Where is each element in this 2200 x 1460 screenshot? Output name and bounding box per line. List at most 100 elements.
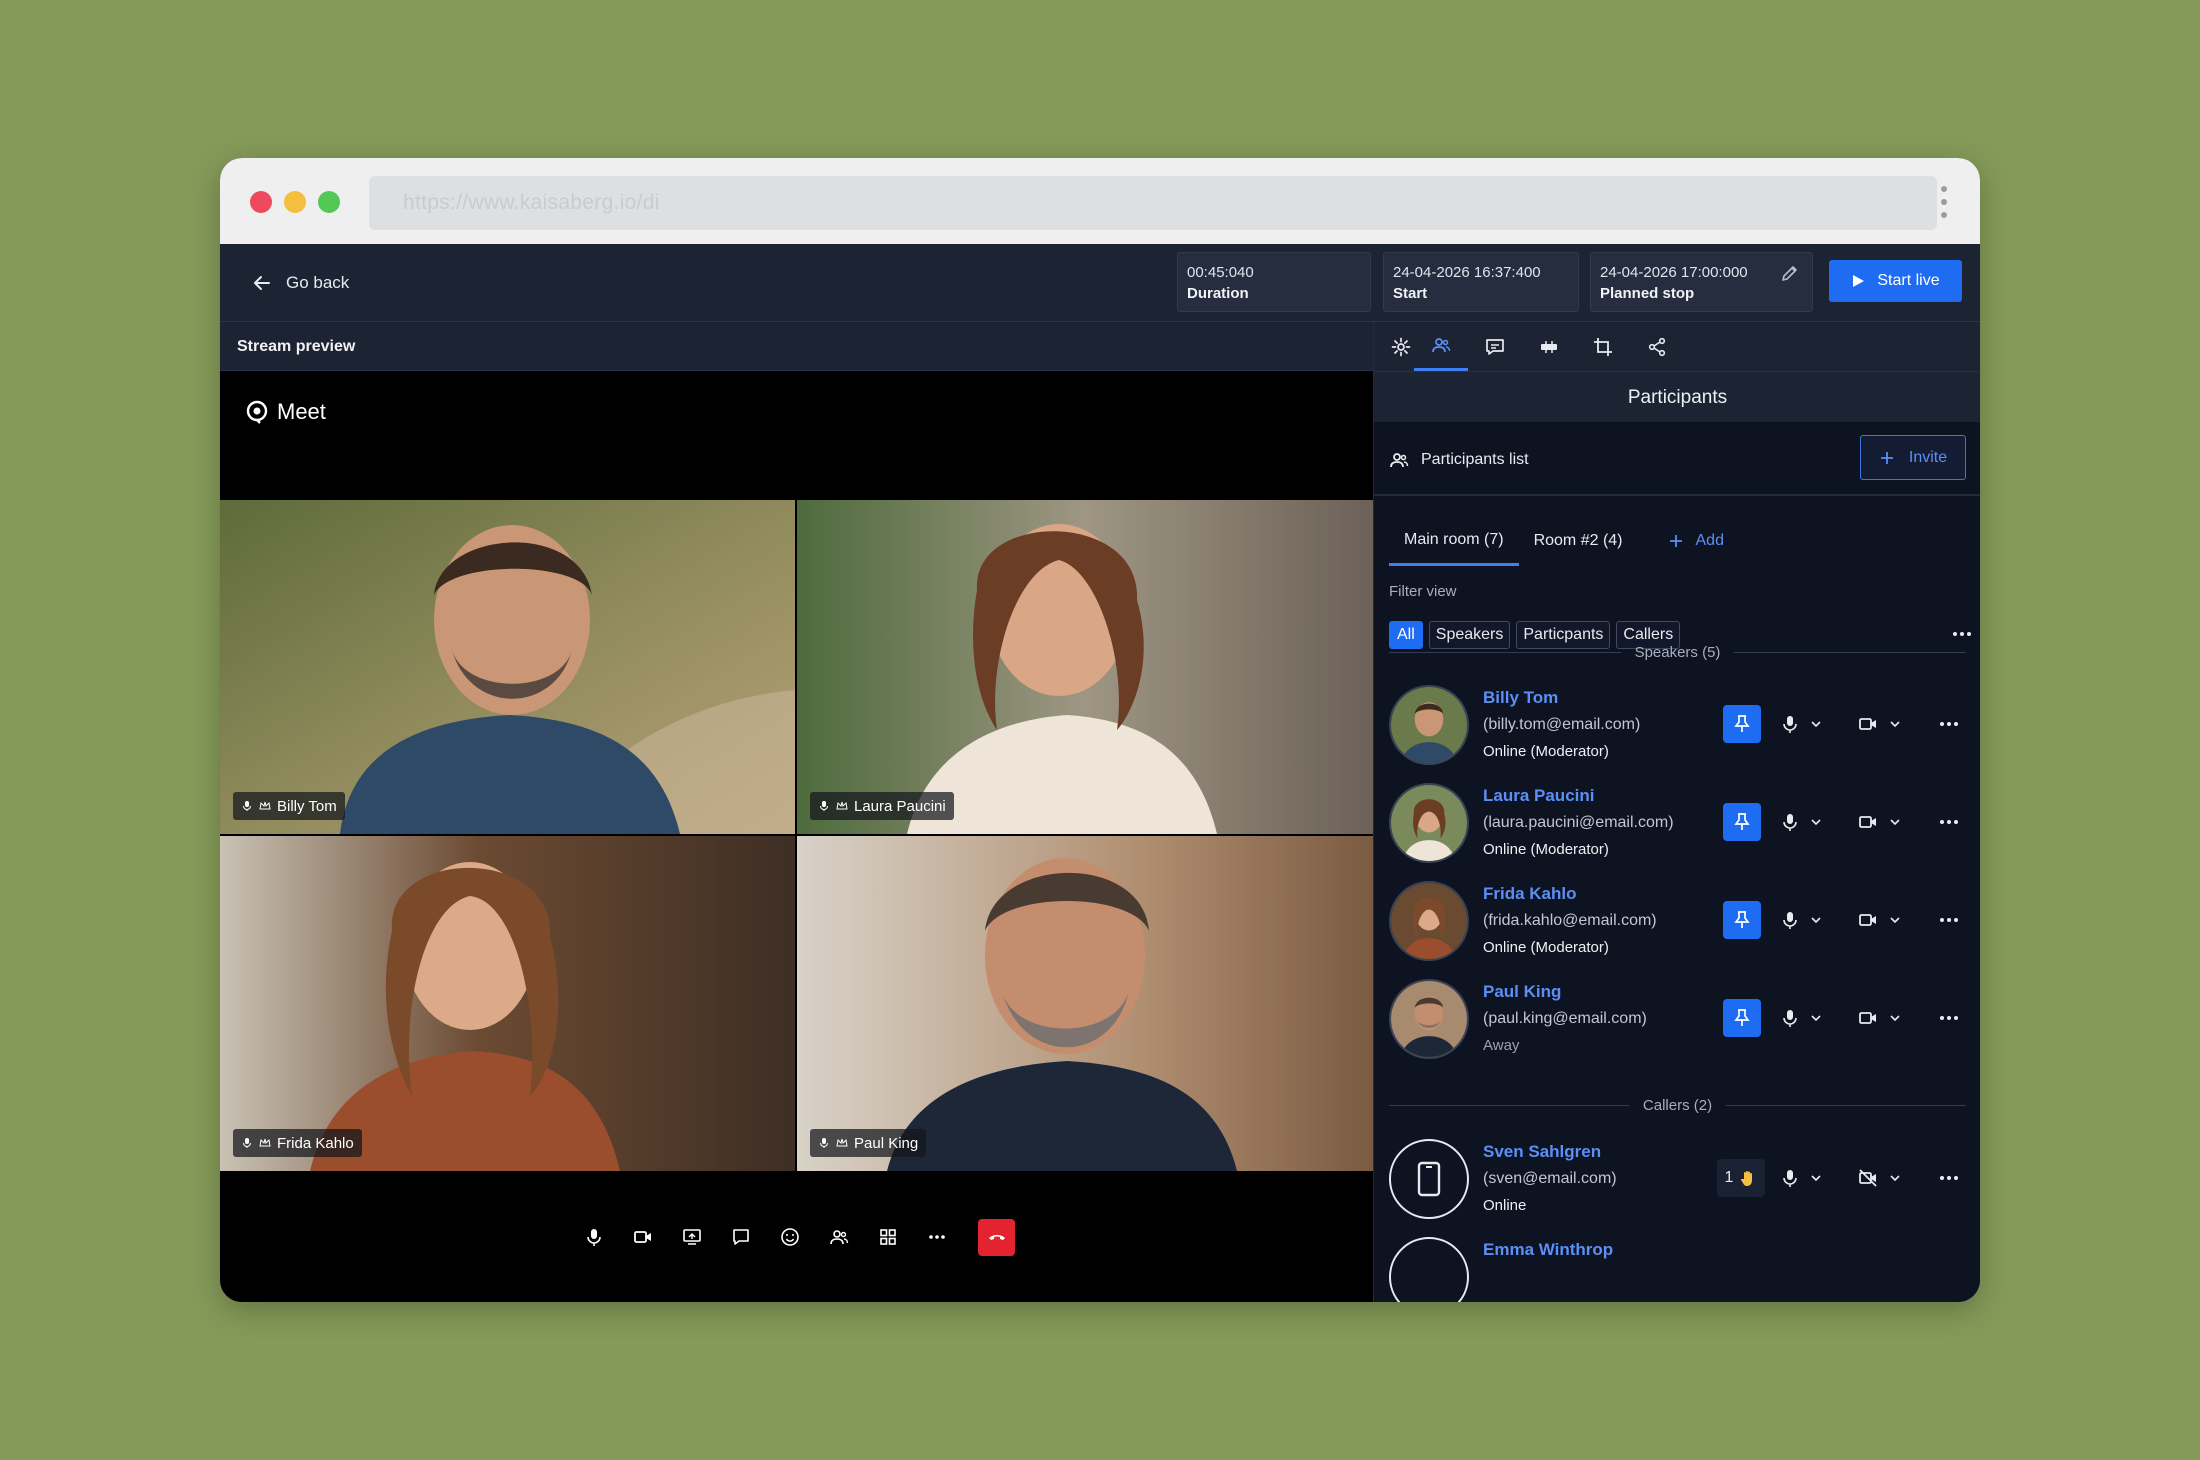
mic-options-dropdown[interactable]: [1808, 803, 1824, 841]
participant-name-tag: Laura Paucini: [810, 792, 954, 820]
browser-menu-icon[interactable]: [1940, 186, 1948, 218]
participant-name[interactable]: Billy Tom: [1483, 684, 1640, 711]
video-tile[interactable]: Laura Paucini: [797, 500, 1373, 834]
camera-toggle-button[interactable]: [1854, 999, 1882, 1037]
planned-stop-label: Planned stop: [1600, 285, 1695, 302]
pin-button[interactable]: [1723, 999, 1761, 1037]
participant-row[interactable]: Frida Kahlo (frida.kahlo@email.com) Onli…: [1374, 864, 1980, 962]
pin-button[interactable]: [1723, 901, 1761, 939]
tab-main-room[interactable]: Main room (7): [1389, 516, 1519, 566]
more-options-button[interactable]: [921, 1221, 953, 1253]
participant-row[interactable]: Laura Paucini (laura.paucini@email.com) …: [1374, 766, 1980, 864]
chevron-down-icon: [1811, 819, 1821, 826]
participant-email: (laura.paucini@email.com): [1483, 814, 1674, 831]
camera-toggle-button[interactable]: [1854, 803, 1882, 841]
caller-row[interactable]: Emma Winthrop: [1374, 1220, 1980, 1302]
chevron-down-icon: [1890, 721, 1900, 728]
pin-button[interactable]: [1723, 803, 1761, 841]
participant-info: Sven Sahlgren (sven@email.com) Online: [1483, 1138, 1617, 1219]
mic-icon: [820, 801, 828, 811]
video-camera-icon: [1859, 718, 1876, 730]
minimize-window-button[interactable]: [284, 191, 306, 213]
duration-label: Duration: [1187, 285, 1249, 302]
participants-button[interactable]: [823, 1221, 855, 1253]
add-room-button[interactable]: Add: [1638, 516, 1739, 566]
mic-toggle-button[interactable]: [1778, 803, 1802, 841]
participant-more-button[interactable]: [1934, 999, 1964, 1037]
mic-icon: [820, 1138, 828, 1148]
close-window-button[interactable]: [250, 191, 272, 213]
participant-name[interactable]: Emma Winthrop: [1483, 1236, 1613, 1263]
start-live-button[interactable]: Start live: [1829, 260, 1962, 302]
camera-options-dropdown[interactable]: [1887, 705, 1903, 743]
invite-button[interactable]: Invite: [1860, 435, 1966, 480]
plus-icon: [1880, 451, 1893, 464]
camera-options-dropdown[interactable]: [1887, 803, 1903, 841]
go-back-button[interactable]: Go back: [252, 244, 349, 322]
participant-row[interactable]: Paul King (paul.king@email.com) Away: [1374, 962, 1980, 1060]
participant-more-button[interactable]: [1934, 803, 1964, 841]
tab-chat[interactable]: [1468, 322, 1522, 371]
raised-hand-badge[interactable]: 1: [1717, 1159, 1765, 1197]
pin-button[interactable]: [1723, 705, 1761, 743]
camera-options-dropdown[interactable]: [1887, 999, 1903, 1037]
participant-name[interactable]: Frida Kahlo: [1483, 880, 1657, 907]
pencil-icon[interactable]: [1780, 263, 1800, 283]
mic-options-dropdown[interactable]: [1808, 999, 1824, 1037]
reactions-button[interactable]: [774, 1221, 806, 1253]
raised-hand-icon: [1741, 1171, 1753, 1186]
caller-row[interactable]: Sven Sahlgren (sven@email.com) Online 1: [1374, 1122, 1980, 1220]
plus-icon: [1669, 535, 1682, 547]
callers-section-header: Callers (2): [1389, 1095, 1966, 1115]
tab-share[interactable]: [1630, 322, 1684, 371]
video-tile[interactable]: Paul King: [797, 836, 1373, 1171]
camera-button[interactable]: [627, 1221, 659, 1253]
mic-options-dropdown[interactable]: [1808, 1159, 1824, 1197]
camera-toggle-button[interactable]: [1854, 1159, 1882, 1197]
avatar-image: [1391, 687, 1467, 763]
video-tile[interactable]: Frida Kahlo: [220, 836, 795, 1171]
url-bar[interactable]: https://www.kaisaberg.io/di: [369, 176, 1937, 230]
participant-name[interactable]: Sven Sahlgren: [1483, 1138, 1617, 1165]
layout-button[interactable]: [872, 1221, 904, 1253]
video-tile[interactable]: Billy Tom: [220, 500, 795, 834]
participant-email: (frida.kahlo@email.com): [1483, 912, 1657, 929]
participant-more-button[interactable]: [1934, 901, 1964, 939]
microphone-button[interactable]: [578, 1221, 610, 1253]
camera-toggle-button[interactable]: [1854, 705, 1882, 743]
mic-options-dropdown[interactable]: [1808, 901, 1824, 939]
planned-stop-field[interactable]: 24-04-2026 17:00:000 Planned stop: [1590, 252, 1813, 312]
avatar: [1389, 685, 1469, 765]
mic-toggle-button[interactable]: [1778, 705, 1802, 743]
participant-status: Online (Moderator): [1483, 743, 1609, 760]
filter-more-icon[interactable]: [1953, 632, 1971, 636]
mic-toggle-button[interactable]: [1778, 999, 1802, 1037]
screen-share-button[interactable]: [676, 1221, 708, 1253]
start-live-label: Start live: [1877, 272, 1940, 289]
chevron-down-icon: [1811, 1015, 1821, 1022]
crop-icon: [1594, 337, 1612, 356]
camera-toggle-button[interactable]: [1854, 901, 1882, 939]
tab-banner[interactable]: [1522, 322, 1576, 371]
participant-status: Away: [1483, 1037, 1520, 1054]
end-call-button[interactable]: [978, 1218, 1015, 1256]
mic-toggle-button[interactable]: [1778, 901, 1802, 939]
tab-room-2[interactable]: Room #2 (4): [1519, 516, 1638, 566]
filter-view-label: Filter view: [1389, 583, 1457, 600]
participant-more-button[interactable]: [1934, 705, 1964, 743]
mic-options-dropdown[interactable]: [1808, 705, 1824, 743]
tab-crop[interactable]: [1576, 322, 1630, 371]
participant-name-tag: Billy Tom: [233, 792, 345, 820]
participant-info: Laura Paucini (laura.paucini@email.com) …: [1483, 782, 1674, 863]
tab-participants[interactable]: [1414, 322, 1468, 371]
participant-name[interactable]: Paul King: [1483, 978, 1647, 1005]
camera-options-dropdown[interactable]: [1887, 901, 1903, 939]
mic-toggle-button[interactable]: [1778, 1159, 1802, 1197]
camera-options-dropdown[interactable]: [1887, 1159, 1903, 1197]
participant-row[interactable]: Billy Tom (billy.tom@email.com) Online (…: [1374, 668, 1980, 766]
maximize-window-button[interactable]: [318, 191, 340, 213]
mic-icon: [1783, 1170, 1797, 1187]
participant-name[interactable]: Laura Paucini: [1483, 782, 1674, 809]
chat-button[interactable]: [725, 1221, 757, 1253]
participant-more-button[interactable]: [1934, 1159, 1964, 1197]
